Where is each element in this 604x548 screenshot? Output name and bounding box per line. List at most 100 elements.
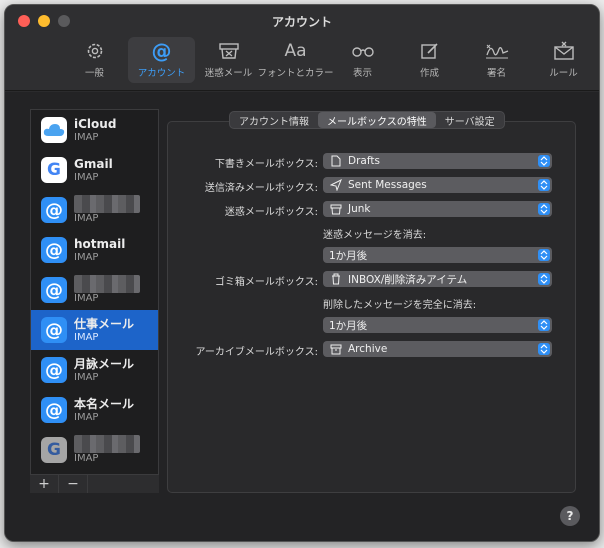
archive-label: アーカイブメールボックス: [195, 347, 318, 358]
trash-delete-value: 1か月後 [329, 319, 368, 332]
account-name: 月詠メール [74, 356, 135, 371]
signature-icon [484, 40, 510, 62]
at-icon: @ [151, 39, 172, 63]
icloud-icon [41, 117, 67, 143]
archive-popup[interactable]: Archive [323, 341, 552, 357]
junk-popup[interactable]: Junk [323, 201, 552, 217]
account-type: IMAP [74, 251, 99, 263]
junk-delete-value: 1か月後 [329, 249, 368, 262]
redacted-name [74, 275, 140, 293]
account-item-work[interactable]: @ 仕事メール IMAP [31, 310, 158, 350]
junk-delete-row: 1か月後 [167, 247, 576, 263]
fonts-icon: Aa [284, 41, 307, 61]
toolbar-label: アカウント [137, 68, 186, 79]
chevron-updown-icon [538, 319, 550, 331]
account-type: IMAP [74, 213, 99, 224]
account-type: IMAP [74, 131, 99, 143]
at-icon: @ [41, 357, 67, 383]
toolbar-rules[interactable]: ルール [530, 37, 597, 83]
document-icon [329, 155, 343, 167]
chevron-updown-icon [538, 179, 550, 191]
tab-server-settings[interactable]: サーバ設定 [436, 112, 504, 128]
at-icon: @ [41, 237, 67, 263]
account-item-realname[interactable]: @ 本名メール IMAP [31, 390, 158, 430]
account-item-hotmail[interactable]: @ hotmail IMAP [31, 230, 158, 270]
account-item-icloud[interactable]: iCloud IMAP [31, 110, 158, 150]
toolbar-general[interactable]: 一般 [61, 37, 128, 83]
junk-label: 迷惑メールボックス: [224, 207, 318, 218]
content-area: iCloud IMAP G Gmail IMAP @ IMAP @ hotmai… [5, 92, 599, 541]
account-type: IMAP [74, 331, 99, 343]
account-name: iCloud [74, 116, 117, 131]
toolbar-label: フォントとカラー [257, 68, 334, 79]
archive-value: Archive [348, 343, 388, 355]
toolbar-junk[interactable]: 迷惑メール [195, 37, 262, 83]
trash-icon [329, 273, 343, 285]
toolbar-label: 一般 [84, 68, 104, 79]
account-type: IMAP [74, 453, 99, 464]
drafts-popup[interactable]: Drafts [323, 153, 552, 169]
toolbar-composing[interactable]: 作成 [396, 37, 463, 83]
at-icon: @ [41, 397, 67, 423]
preferences-window: アカウント 一般 @ アカウント 迷惑メール Aa フォントとカラー 表示 作成… [4, 4, 600, 542]
toolbar-label: 迷惑メール [204, 68, 253, 79]
drafts-row: 下書きメールボックス: Drafts [167, 153, 576, 170]
toolbar-label: 署名 [486, 68, 506, 79]
account-type: IMAP [74, 411, 99, 423]
account-type: IMAP [74, 371, 99, 383]
toolbar-label: 表示 [352, 68, 372, 79]
chevron-updown-icon [538, 249, 550, 261]
chevron-updown-icon [538, 343, 550, 355]
at-icon: @ [41, 317, 67, 343]
at-icon: @ [41, 197, 67, 223]
chevron-updown-icon [538, 273, 550, 285]
gmail-icon: G [41, 157, 67, 183]
paperplane-icon [329, 179, 343, 191]
tab-account-info[interactable]: アカウント情報 [230, 112, 318, 128]
account-name: Gmail [74, 156, 113, 171]
account-name: 仕事メール [74, 316, 135, 331]
settings-tabs: アカウント情報 メールボックスの特性 サーバ設定 [229, 111, 505, 129]
at-icon: @ [41, 277, 67, 303]
account-item-redacted[interactable]: @ IMAP [31, 190, 158, 230]
sent-label: 送信済みメールボックス: [204, 183, 318, 194]
junk-delete-label: 迷惑メッセージを消去: [323, 230, 427, 241]
toolbar-label: 作成 [419, 68, 439, 79]
gmail-icon: G [41, 437, 67, 463]
account-type: IMAP [74, 293, 99, 304]
toolbar-viewing[interactable]: 表示 [329, 37, 396, 83]
compose-icon [420, 40, 440, 62]
tab-mailbox-behaviors[interactable]: メールボックスの特性 [318, 112, 436, 128]
sent-popup[interactable]: Sent Messages [323, 177, 552, 193]
gear-icon [85, 40, 105, 62]
chevron-updown-icon [538, 203, 550, 215]
trash-value: INBOX/削除済みアイテム [348, 273, 468, 286]
rules-icon [553, 40, 575, 62]
toolbar-signatures[interactable]: 署名 [463, 37, 530, 83]
archive-row: アーカイブメールボックス: Archive [167, 341, 576, 358]
account-name: 本名メール [74, 396, 135, 411]
redacted-name [74, 195, 140, 213]
trash-delete-row: 1か月後 [167, 317, 576, 333]
junk-value: Junk [348, 203, 371, 215]
redacted-name [74, 435, 140, 453]
chevron-updown-icon [538, 155, 550, 167]
account-item-gmail[interactable]: G Gmail IMAP [31, 150, 158, 190]
trash-delete-popup[interactable]: 1か月後 [323, 317, 552, 333]
account-item-redacted[interactable]: @ IMAP [31, 270, 158, 310]
drafts-value: Drafts [348, 155, 380, 167]
account-name: hotmail [74, 236, 126, 251]
add-account-button[interactable]: + [30, 475, 59, 493]
toolbar-fonts[interactable]: Aa フォントとカラー [258, 37, 334, 83]
archive-icon [329, 344, 343, 355]
junk-icon [218, 40, 240, 62]
toolbar-accounts[interactable]: @ アカウント [128, 37, 195, 83]
help-button[interactable]: ? [560, 506, 580, 526]
account-item-redacted-gmail[interactable]: G IMAP [31, 430, 158, 470]
account-list[interactable]: iCloud IMAP G Gmail IMAP @ IMAP @ hotmai… [30, 109, 159, 492]
account-item-tsukuyomi[interactable]: @ 月詠メール IMAP [31, 350, 158, 390]
toolbar-label: ルール [549, 68, 578, 79]
trash-popup[interactable]: INBOX/削除済みアイテム [323, 271, 552, 287]
remove-account-button[interactable]: − [59, 475, 88, 493]
junk-delete-popup[interactable]: 1か月後 [323, 247, 552, 263]
